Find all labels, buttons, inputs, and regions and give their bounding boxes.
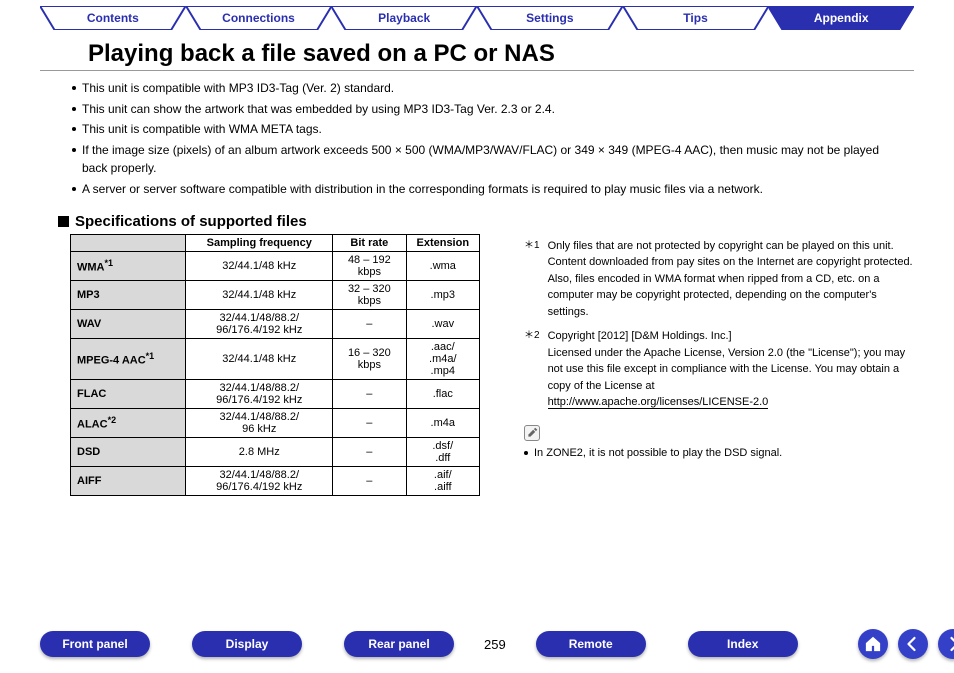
row-ext: .mp3 — [406, 280, 479, 309]
index-button[interactable]: Index — [688, 631, 798, 657]
row-ext: .wma — [406, 251, 479, 280]
tab-label: Playback — [331, 6, 477, 30]
footnote-2-text: Copyright [2012] [D&M Holdings. Inc.]Lic… — [548, 328, 914, 411]
row-ext: .aac/.m4a/.mp4 — [406, 338, 479, 379]
row-bitrate: – — [333, 408, 406, 437]
apache-license-link[interactable]: http://www.apache.org/licenses/LICENSE-2… — [548, 396, 769, 409]
row-ext: .dsf/.dff — [406, 437, 479, 466]
row-bitrate: 16 – 320kbps — [333, 338, 406, 379]
table-header: Extension — [406, 234, 479, 251]
tab-label: Appendix — [768, 6, 914, 30]
row-sampling: 2.8 MHz — [186, 437, 333, 466]
zone2-note: In ZONE2, it is not possible to play the… — [524, 445, 914, 462]
tab-appendix[interactable]: Appendix — [768, 6, 914, 30]
row-bitrate: 32 – 320kbps — [333, 280, 406, 309]
table-row: FLAC32/44.1/48/88.2/96/176.4/192 kHz–.fl… — [71, 379, 480, 408]
table-row: MP332/44.1/48 kHz32 – 320kbps.mp3 — [71, 280, 480, 309]
tab-contents[interactable]: Contents — [40, 6, 186, 30]
row-name: FLAC — [71, 379, 186, 408]
row-name: MP3 — [71, 280, 186, 309]
section-heading: Specifications of supported files — [58, 213, 954, 230]
row-sampling: 32/44.1/48/88.2/96/176.4/192 kHz — [186, 379, 333, 408]
rear-panel-button[interactable]: Rear panel — [344, 631, 454, 657]
section-heading-text: Specifications of supported files — [75, 213, 307, 230]
tab-playback[interactable]: Playback — [331, 6, 477, 30]
next-page-button[interactable] — [938, 629, 954, 659]
row-sampling: 32/44.1/48 kHz — [186, 338, 333, 379]
row-ext: .flac — [406, 379, 479, 408]
tab-tips[interactable]: Tips — [623, 6, 769, 30]
row-name: MPEG-4 AAC*1 — [71, 338, 186, 379]
table-header: Sampling frequency — [186, 234, 333, 251]
row-name: WAV — [71, 309, 186, 338]
table-row: MPEG-4 AAC*132/44.1/48 kHz16 – 320kbps.a… — [71, 338, 480, 379]
row-ext: .m4a — [406, 408, 479, 437]
bottom-nav-bar: Front panel Display Rear panel 259 Remote I… — [0, 629, 954, 659]
footnote-1-tag: ＊1 — [524, 238, 540, 321]
footnote-1: ＊1 Only files that are not protected by … — [524, 238, 914, 321]
row-bitrate: – — [333, 466, 406, 495]
pencil-note-icon — [524, 425, 540, 441]
footnote-1-text: Only files that are not protected by cop… — [548, 238, 914, 321]
row-name: AIFF — [71, 466, 186, 495]
tab-label: Connections — [186, 6, 332, 30]
tab-label: Tips — [623, 6, 769, 30]
tab-settings[interactable]: Settings — [477, 6, 623, 30]
row-sampling: 32/44.1/48/88.2/96/176.4/192 kHz — [186, 466, 333, 495]
spec-table-wrapper: Sampling frequencyBit rateExtension WMA*… — [40, 234, 480, 496]
prev-page-button[interactable] — [898, 629, 928, 659]
row-name: WMA*1 — [71, 251, 186, 280]
footnotes-column: ＊1 Only files that are not protected by … — [524, 234, 914, 496]
zone2-note-text: In ZONE2, it is not possible to play the… — [534, 445, 782, 462]
row-sampling: 32/44.1/48/88.2/96/176.4/192 kHz — [186, 309, 333, 338]
intro-bullet: A server or server software compatible w… — [72, 180, 894, 199]
row-name: ALAC*2 — [71, 408, 186, 437]
intro-bullet: This unit is compatible with MP3 ID3-Tag… — [72, 79, 894, 98]
tab-label: Settings — [477, 6, 623, 30]
table-row: ALAC*232/44.1/48/88.2/96 kHz–.m4a — [71, 408, 480, 437]
display-button[interactable]: Display — [192, 631, 302, 657]
row-bitrate: – — [333, 379, 406, 408]
row-name: DSD — [71, 437, 186, 466]
front-panel-button[interactable]: Front panel — [40, 631, 150, 657]
row-bitrate: – — [333, 437, 406, 466]
intro-bullet: If the image size (pixels) of an album a… — [72, 141, 894, 178]
row-ext: .aif/.aiff — [406, 466, 479, 495]
row-sampling: 32/44.1/48 kHz — [186, 251, 333, 280]
page-title: Playing back a file saved on a PC or NAS — [40, 30, 914, 71]
remote-button[interactable]: Remote — [536, 631, 646, 657]
intro-bullet: This unit is compatible with WMA META ta… — [72, 120, 894, 139]
row-bitrate: – — [333, 309, 406, 338]
intro-bullet: This unit can show the artwork that was … — [72, 100, 894, 119]
row-sampling: 32/44.1/48/88.2/96 kHz — [186, 408, 333, 437]
footnote-2-tag: ＊2 — [524, 328, 540, 411]
row-ext: .wav — [406, 309, 479, 338]
page-number: 259 — [484, 637, 506, 652]
row-sampling: 32/44.1/48 kHz — [186, 280, 333, 309]
tab-connections[interactable]: Connections — [186, 6, 332, 30]
top-tab-bar: ContentsConnectionsPlaybackSettingsTipsA… — [0, 0, 954, 30]
table-row: DSD2.8 MHz–.dsf/.dff — [71, 437, 480, 466]
table-header: Bit rate — [333, 234, 406, 251]
tab-label: Contents — [40, 6, 186, 30]
square-bullet-icon — [58, 216, 69, 227]
spec-table: Sampling frequencyBit rateExtension WMA*… — [70, 234, 480, 496]
footnote-2: ＊2 Copyright [2012] [D&M Holdings. Inc.]… — [524, 328, 914, 411]
table-header — [71, 234, 186, 251]
home-button[interactable] — [858, 629, 888, 659]
table-row: WAV32/44.1/48/88.2/96/176.4/192 kHz–.wav — [71, 309, 480, 338]
table-row: WMA*132/44.1/48 kHz48 – 192kbps.wma — [71, 251, 480, 280]
row-bitrate: 48 – 192kbps — [333, 251, 406, 280]
intro-list: This unit is compatible with MP3 ID3-Tag… — [0, 79, 954, 199]
table-row: AIFF32/44.1/48/88.2/96/176.4/192 kHz–.ai… — [71, 466, 480, 495]
